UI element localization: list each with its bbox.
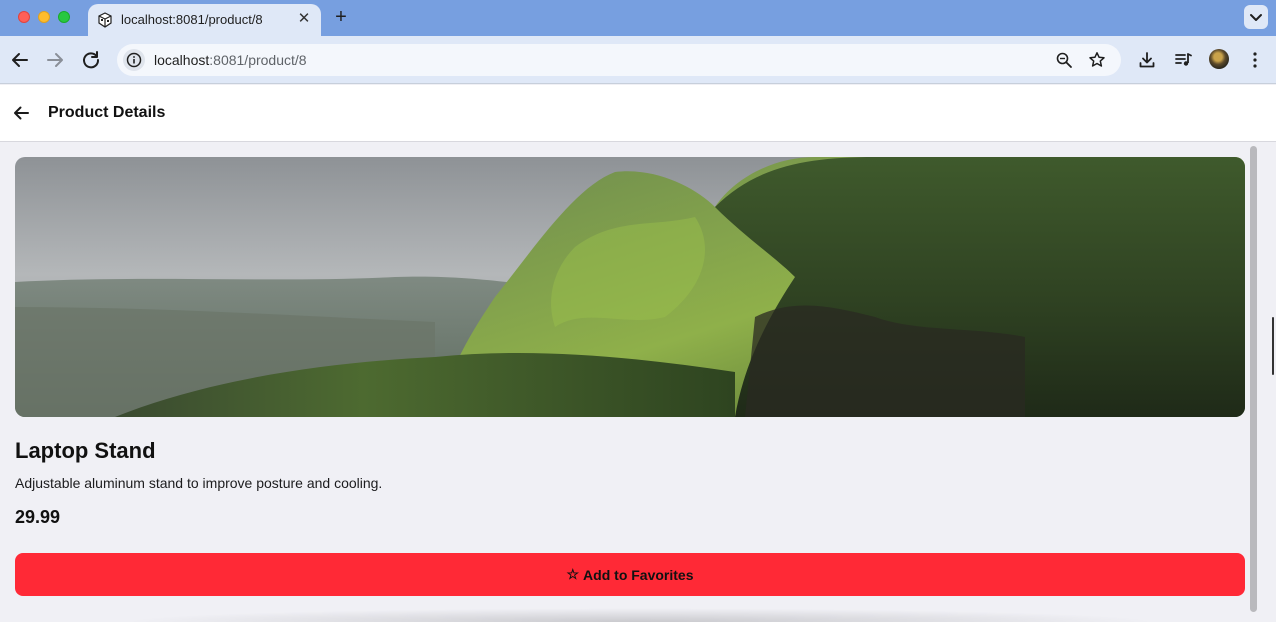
browser-tab-strip: localhost:8081/product/8 ✕ + [0,0,1276,36]
site-info-icon[interactable] [123,49,145,71]
star-outline-icon: ☆ [566,566,580,582]
tab-title: localhost:8081/product/8 [121,12,263,27]
address-path: :8081/product/8 [209,52,307,68]
chevron-down-icon [1250,14,1262,21]
cube-favicon-icon [97,12,113,28]
browser-menu-icon[interactable] [1245,50,1265,70]
back-arrow-icon[interactable] [11,103,31,123]
browser-toolbar: localhost:8081/product/8 [0,36,1276,84]
add-to-favorites-button[interactable]: ☆ Add to Favorites [15,553,1245,596]
tab-close-icon[interactable]: ✕ [295,10,313,28]
minimize-window-button[interactable] [38,11,50,23]
maximize-window-button[interactable] [58,11,70,23]
arrow-right-icon [47,53,63,67]
browser-tab-active[interactable]: localhost:8081/product/8 ✕ [88,4,321,36]
product-detail-content: Laptop Stand Adjustable aluminum stand t… [0,142,1276,622]
app-header: Product Details [0,85,1276,142]
address-url: localhost:8081/product/8 [154,52,307,68]
new-tab-button[interactable]: + [331,6,351,28]
page-scrollbar[interactable] [1247,144,1259,616]
zoom-icon[interactable] [1055,51,1073,69]
reload-icon [83,51,100,69]
add-to-favorites-label: Add to Favorites [583,566,694,583]
address-host: localhost [154,52,210,68]
bookmark-star-icon[interactable] [1088,51,1106,69]
tab-search-button[interactable] [1244,5,1268,29]
browser-forward-button[interactable] [43,48,67,72]
product-description: Adjustable aluminum stand to improve pos… [15,475,383,491]
bottom-card-shadow [120,608,1160,622]
window-edge-handle [1272,317,1274,375]
profile-avatar[interactable] [1209,49,1229,69]
arrow-left-icon [12,53,28,67]
scrollbar-thumb[interactable] [1250,146,1257,612]
product-image [15,157,1245,417]
address-bar[interactable]: localhost:8081/product/8 [117,44,1121,76]
page-title: Product Details [48,104,166,121]
close-window-button[interactable] [18,11,30,23]
media-control-icon[interactable] [1173,50,1193,70]
product-price: 29.99 [15,507,61,527]
download-icon[interactable] [1137,50,1157,70]
product-name: Laptop Stand [15,438,156,463]
browser-reload-button[interactable] [79,48,103,72]
landscape-photo [15,157,1245,417]
browser-back-button[interactable] [8,48,32,72]
